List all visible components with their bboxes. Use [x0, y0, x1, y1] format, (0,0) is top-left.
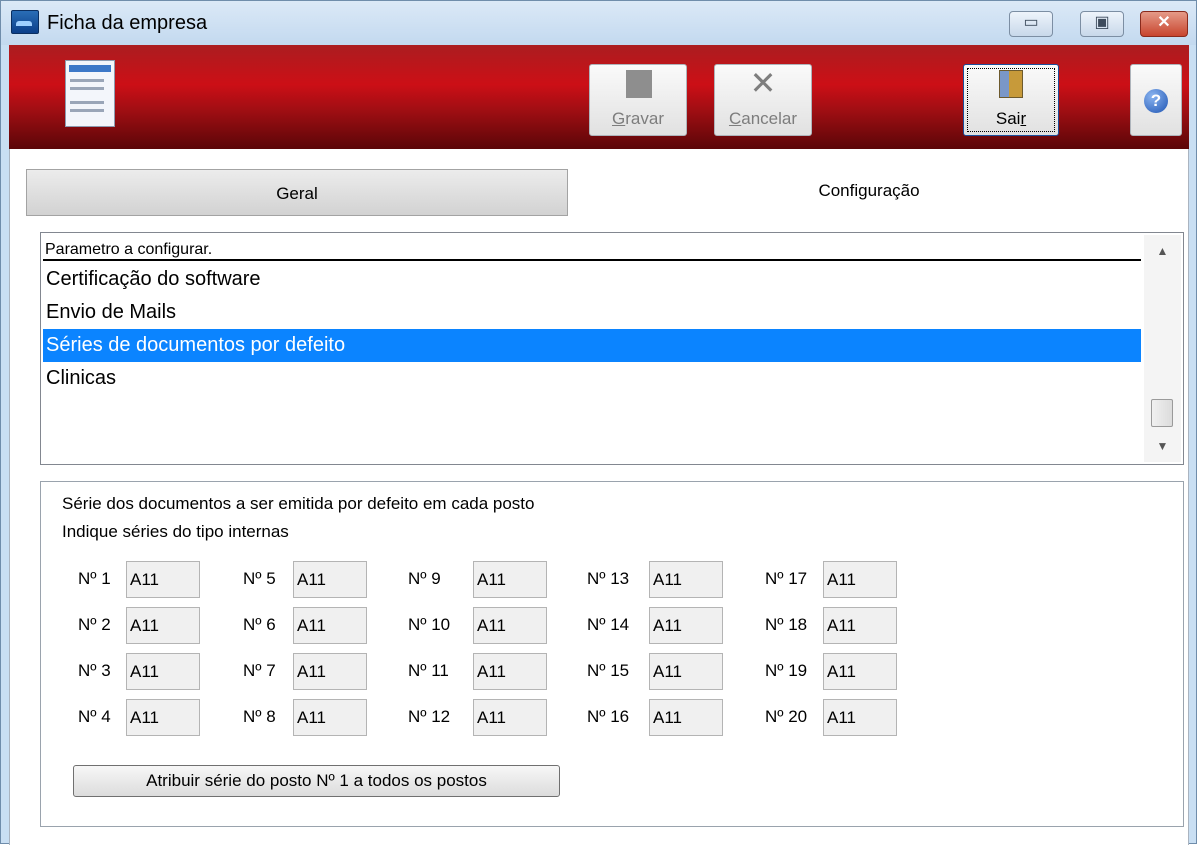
posto-label: Nº 2: [78, 615, 111, 634]
posto-series-input[interactable]: A11: [823, 699, 897, 736]
series-hint: Indique séries do tipo internas: [62, 522, 289, 541]
file-menu-icon-line: [70, 109, 104, 112]
scroll-up-icon[interactable]: ▲: [1144, 241, 1181, 261]
maximize-button[interactable]: ▣: [1080, 11, 1124, 37]
file-menu-icon-bar: [69, 65, 111, 72]
posto-series-input[interactable]: A11: [823, 653, 897, 690]
gravar-button[interactable]: Gravar: [589, 64, 687, 136]
series-description: Série dos documentos a ser emitida por d…: [62, 494, 535, 513]
posto-label: Nº 4: [78, 707, 111, 726]
posto-label: Nº 15: [587, 661, 630, 680]
posto-series-input[interactable]: A11: [126, 699, 200, 736]
file-menu-icon-line: [70, 79, 104, 82]
posto-label: Nº 14: [587, 615, 630, 634]
sair-label: Sair: [995, 109, 1027, 128]
file-menu-icon[interactable]: [65, 60, 115, 127]
close-button[interactable]: ✕: [1140, 11, 1188, 37]
posto-series-input[interactable]: A11: [649, 607, 723, 644]
posto-label: Nº 7: [243, 661, 276, 680]
file-menu-icon-line: [70, 101, 104, 104]
exit-door-icon: [999, 70, 1023, 98]
posto-series-input[interactable]: A11: [126, 607, 200, 644]
posto-series-input[interactable]: A11: [823, 607, 897, 644]
minimize-button[interactable]: ▭: [1009, 11, 1053, 37]
posto-series-input[interactable]: A11: [293, 699, 367, 736]
tab-geral[interactable]: Geral: [26, 169, 568, 216]
gravar-label: Gravar: [612, 109, 664, 128]
posto-series-input[interactable]: A11: [293, 607, 367, 644]
posto-label: Nº 8: [243, 707, 276, 726]
posto-label: Nº 18: [765, 615, 808, 634]
scroll-down-icon[interactable]: ▼: [1144, 436, 1181, 456]
list-scrollbar[interactable]: ▲ ▼: [1144, 235, 1181, 462]
posto-series-input[interactable]: A11: [473, 607, 547, 644]
posto-label: Nº 12: [408, 707, 451, 726]
posto-label: Nº 6: [243, 615, 276, 634]
title-bar: Ficha da empresa ▭ ▣ ✕: [1, 1, 1196, 45]
content-area: Geral Configuração Parametro a configura…: [9, 149, 1189, 845]
help-button[interactable]: ?: [1130, 64, 1182, 136]
posto-label: Nº 20: [765, 707, 808, 726]
list-item[interactable]: Certificação do software: [43, 263, 1141, 296]
list-header: Parametro a configurar.: [43, 239, 1141, 261]
close-icon: ✕: [749, 65, 777, 101]
posto-label: Nº 13: [587, 569, 630, 588]
posto-label: Nº 3: [78, 661, 111, 680]
posto-label: Nº 10: [408, 615, 451, 634]
app-logo-icon: [11, 10, 39, 34]
posto-label: Nº 17: [765, 569, 808, 588]
posto-label: Nº 19: [765, 661, 808, 680]
posto-series-input[interactable]: A11: [293, 653, 367, 690]
posto-series-input[interactable]: A11: [473, 699, 547, 736]
posto-label: Nº 5: [243, 569, 276, 588]
posto-series-input[interactable]: A11: [649, 699, 723, 736]
posto-label: Nº 1: [78, 569, 111, 588]
sair-button[interactable]: Sair: [963, 64, 1059, 136]
posto-series-input[interactable]: A11: [126, 561, 200, 598]
tab-configuracao[interactable]: Configuração: [568, 169, 1170, 216]
assign-series-button[interactable]: Atribuir série do posto Nº 1 a todos os …: [73, 765, 560, 797]
posto-label: Nº 16: [587, 707, 630, 726]
list-item[interactable]: Envio de Mails: [43, 296, 1141, 329]
file-menu-icon-line: [70, 87, 104, 90]
main-window: Ficha da empresa ▭ ▣ ✕ Gravar ✕ Cancelar…: [0, 0, 1197, 845]
window-title: Ficha da empresa: [47, 12, 208, 34]
save-icon: [626, 70, 652, 98]
posto-series-input[interactable]: A11: [823, 561, 897, 598]
list-item[interactable]: Clinicas: [43, 362, 1141, 395]
posto-label: Nº 9: [408, 569, 441, 588]
posto-series-input[interactable]: A11: [473, 561, 547, 598]
posto-label: Nº 11: [408, 661, 449, 680]
posto-series-input[interactable]: A11: [649, 653, 723, 690]
posto-series-input[interactable]: A11: [126, 653, 200, 690]
posto-series-input[interactable]: A11: [649, 561, 723, 598]
scroll-thumb[interactable]: [1151, 399, 1173, 427]
posto-series-input[interactable]: A11: [473, 653, 547, 690]
list-item-selected[interactable]: Séries de documentos por defeito: [43, 329, 1141, 362]
posto-series-input[interactable]: A11: [293, 561, 367, 598]
cancelar-label: Cancelar: [728, 109, 798, 128]
cancelar-button[interactable]: ✕ Cancelar: [714, 64, 812, 136]
parameter-list[interactable]: Parametro a configurar. Certificação do …: [40, 232, 1184, 465]
series-panel: Série dos documentos a ser emitida por d…: [40, 481, 1184, 827]
help-icon: ?: [1144, 89, 1168, 113]
toolbar: Gravar ✕ Cancelar Sair ?: [9, 45, 1189, 149]
